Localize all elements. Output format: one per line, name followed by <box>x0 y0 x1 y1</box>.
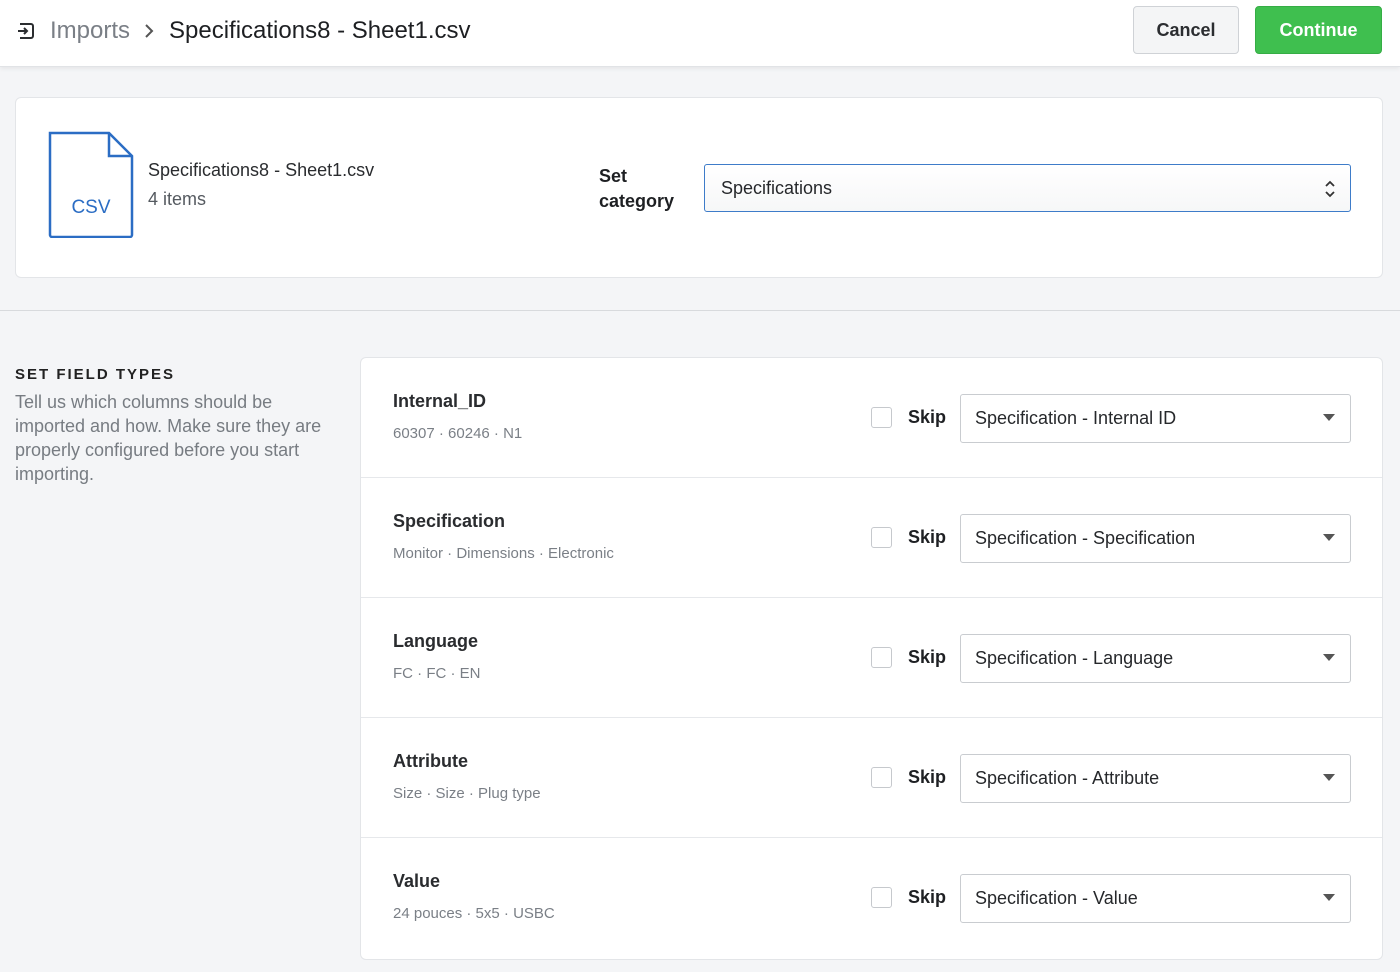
skip-checkbox[interactable] <box>871 527 892 548</box>
breadcrumb-imports-link[interactable]: Imports <box>50 16 130 46</box>
field-type-select[interactable]: Specification - Internal ID <box>960 394 1351 443</box>
field-name: Internal_ID <box>393 391 487 411</box>
page-title: Specifications8 - Sheet1.csv <box>169 17 471 44</box>
field-name: Attribute <box>393 751 468 771</box>
field-sample-values: Size · Size · Plug type <box>393 785 541 802</box>
file-item-count: 4 items <box>148 189 207 209</box>
category-select-value: Specifications <box>721 177 833 198</box>
caret-down-icon <box>1323 774 1335 781</box>
section-title: SET FIELD TYPES <box>15 366 176 383</box>
file-summary-card: CSV Specifications8 - Sheet1.csv 4 items… <box>15 97 1383 278</box>
set-category-label: Set category <box>599 166 675 211</box>
skip-checkbox[interactable] <box>871 767 892 788</box>
skip-checkbox[interactable] <box>871 407 892 428</box>
caret-down-icon <box>1323 654 1335 661</box>
field-row-internal-id: Internal_ID 60307 · 60246 · N1 Skip Spec… <box>361 358 1382 478</box>
file-name: Specifications8 - Sheet1.csv <box>148 160 375 180</box>
skip-label[interactable]: Skip <box>908 887 946 908</box>
skip-label[interactable]: Skip <box>908 527 946 548</box>
field-name: Language <box>393 631 479 651</box>
field-name: Value <box>393 871 441 891</box>
field-types-card: Internal_ID 60307 · 60246 · N1 Skip Spec… <box>360 357 1383 960</box>
field-type-value: Specification - Specification <box>975 528 1196 548</box>
field-sample-values: FC · FC · EN <box>393 665 481 682</box>
field-sample-values: 24 pouces · 5x5 · USBC <box>393 905 555 922</box>
skip-label[interactable]: Skip <box>908 407 946 428</box>
skip-label[interactable]: Skip <box>908 767 946 788</box>
field-row-attribute: Attribute Size · Size · Plug type Skip S… <box>361 718 1382 838</box>
field-type-value: Specification - Value <box>975 888 1138 908</box>
section-description: Tell us which columns should be imported… <box>15 392 322 484</box>
field-type-select[interactable]: Specification - Attribute <box>960 754 1351 803</box>
field-row-value: Value 24 pouces · 5x5 · USBC Skip Specif… <box>361 838 1382 958</box>
field-type-value: Specification - Attribute <box>975 768 1160 788</box>
continue-button[interactable]: Continue <box>1255 6 1382 54</box>
skip-checkbox[interactable] <box>871 887 892 908</box>
import-icon <box>18 23 34 39</box>
field-type-select[interactable]: Specification - Value <box>960 874 1351 923</box>
field-sample-values: 60307 · 60246 · N1 <box>393 425 523 442</box>
caret-down-icon <box>1323 534 1335 541</box>
field-name: Specification <box>393 511 506 531</box>
field-sample-values: Monitor · Dimensions · Electronic <box>393 545 614 562</box>
csv-file-icon: CSV <box>48 131 134 238</box>
caret-down-icon <box>1323 414 1335 421</box>
skip-checkbox[interactable] <box>871 647 892 668</box>
field-type-select[interactable]: Specification - Specification <box>960 514 1351 563</box>
field-type-select[interactable]: Specification - Language <box>960 634 1351 683</box>
skip-label[interactable]: Skip <box>908 647 946 668</box>
category-select[interactable]: Specifications <box>704 164 1351 212</box>
select-updown-icon <box>1325 180 1335 198</box>
chevron-right-icon <box>145 24 154 38</box>
cancel-button[interactable]: Cancel <box>1133 6 1239 54</box>
caret-down-icon <box>1323 894 1335 901</box>
field-row-language: Language FC · FC · EN Skip Specification… <box>361 598 1382 718</box>
field-row-specification: Specification Monitor · Dimensions · Ele… <box>361 478 1382 598</box>
csv-icon-label: CSV <box>71 197 110 218</box>
section-divider <box>0 310 1400 311</box>
top-bar: Imports Specifications8 - Sheet1.csv Can… <box>0 0 1400 67</box>
field-type-value: Specification - Internal ID <box>975 408 1177 428</box>
field-type-value: Specification - Language <box>975 648 1174 668</box>
